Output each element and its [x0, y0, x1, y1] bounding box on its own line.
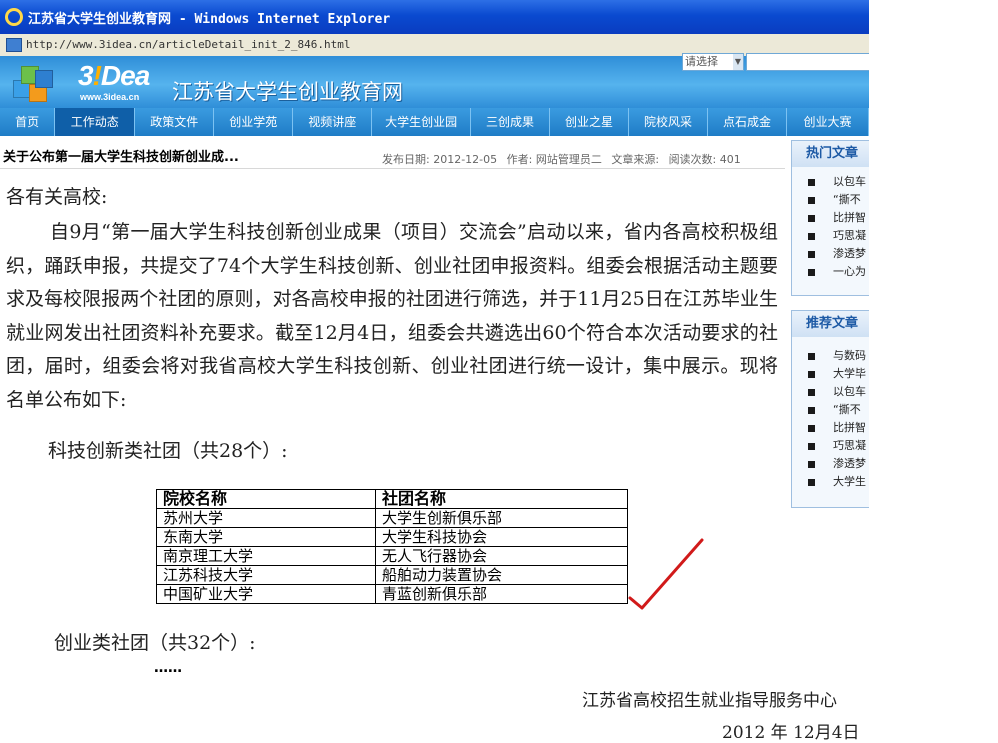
browser-screenshot: 江苏省大学生创业教育网 - Windows Internet Explorer … [0, 0, 869, 743]
bullet-icon [808, 178, 815, 186]
nav-item-policy[interactable]: 政策文件 [135, 108, 215, 136]
internet-explorer-icon [5, 8, 23, 26]
article-meta: 发布日期: 2012-12-05 作者: 网站管理员二 文章来源: 阅读次数: … [382, 151, 747, 167]
search-category-select[interactable]: 请选择 ▼ [682, 53, 744, 71]
list-item[interactable]: 巧思凝 [808, 437, 869, 455]
article-title-row: 关于公布第一届大学生科技创新创业成... 发布日期: 2012-12-05 作者… [0, 142, 785, 169]
bullet-icon [808, 214, 815, 222]
list-item[interactable]: 巧思凝 [808, 227, 869, 245]
table-row: 南京理工大学 无人飞行器协会 [156, 546, 628, 566]
address-url[interactable]: http://www.3idea.cn/articleDetail_init_2… [26, 38, 351, 51]
table-cell: 青蓝创新俱乐部 [375, 584, 628, 604]
article-title: 关于公布第一届大学生科技创新创业成... [3, 150, 239, 165]
section-heading-tech: 科技创新类社团（共28个）: [48, 440, 288, 462]
table-row: 东南大学 大学生科技协会 [156, 527, 628, 547]
search-input[interactable] [746, 53, 869, 71]
list-item[interactable]: 比拼智 [808, 209, 869, 227]
list-item[interactable]: “撕不 [808, 191, 869, 209]
nav-item-academy[interactable]: 创业学苑 [214, 108, 294, 136]
page-icon [6, 38, 22, 52]
table-cell: 南京理工大学 [156, 546, 376, 566]
bullet-icon [808, 442, 815, 450]
site-logo[interactable]: 3!Dea [78, 60, 150, 92]
bullet-icon [808, 370, 815, 378]
table-header-row: 院校名称 社团名称 [156, 489, 628, 509]
window-title: 江苏省大学生创业教育网 - Windows Internet Explorer [28, 12, 391, 27]
meta-date: 发布日期: 2012-12-05 [382, 153, 498, 166]
chevron-down-icon: ▼ [733, 54, 743, 70]
nav-item-achievements[interactable]: 三创成果 [471, 108, 551, 136]
nav-item-work-news[interactable]: 工作动态 [55, 108, 136, 136]
list-item[interactable]: 渗透梦 [808, 245, 869, 263]
ellipsis: …… [154, 660, 182, 676]
table-cell: 船舶动力装置协会 [375, 565, 628, 585]
list-item[interactable]: 大学毕 [808, 365, 869, 383]
nav-item-golden[interactable]: 点石成金 [708, 108, 788, 136]
nav-item-video[interactable]: 视频讲座 [293, 108, 373, 136]
bullet-icon [808, 250, 815, 258]
clubs-table: 院校名称 社团名称 苏州大学 大学生创新俱乐部 东南大学 大学生科技协会 南京理… [156, 489, 628, 604]
table-row: 苏州大学 大学生创新俱乐部 [156, 508, 628, 528]
main-nav: 首页 工作动态 政策文件 创业学苑 视频讲座 大学生创业园 三创成果 创业之星 … [0, 108, 869, 136]
article-paragraph: 自9月“第一届大学生科技创新创业成果（项目）交流会”启动以来，省内各高校积极组织… [6, 221, 778, 411]
table-cell: 东南大学 [156, 527, 376, 547]
table-cell: 大学生创新俱乐部 [375, 508, 628, 528]
meta-author: 作者: 网站管理员二 [506, 153, 602, 166]
list-item[interactable]: 以包车 [808, 173, 869, 191]
logo-url: www.3idea.cn [80, 92, 140, 102]
bullet-icon [808, 232, 815, 240]
nav-item-startup-park[interactable]: 大学生创业园 [372, 108, 472, 136]
bullet-icon [808, 352, 815, 360]
site-name: 江苏省大学生创业教育网 [172, 80, 403, 104]
list-item[interactable]: 大学生 [808, 473, 869, 491]
bullet-icon [808, 406, 815, 414]
list-item[interactable]: “撕不 [808, 401, 869, 419]
bullet-icon [808, 388, 815, 396]
bullet-icon [808, 196, 815, 204]
list-item[interactable]: 比拼智 [808, 419, 869, 437]
table-cell: 苏州大学 [156, 508, 376, 528]
column-header: 院校名称 [156, 489, 376, 509]
salutation: 各有关高校: [6, 186, 108, 208]
recommended-articles-heading: 推荐文章 [792, 311, 869, 337]
list-item[interactable]: 一心为 [808, 263, 869, 281]
table-cell: 江苏科技大学 [156, 565, 376, 585]
table-cell: 中国矿业大学 [156, 584, 376, 604]
hot-articles-box: 热门文章 以包车 “撕不 比拼智 巧思凝 渗透梦 一心为 [791, 140, 869, 296]
table-row: 中国矿业大学 青蓝创新俱乐部 [156, 584, 628, 604]
bullet-icon [808, 460, 815, 468]
issuing-organization: 江苏省高校招生就业指导服务中心 [582, 691, 837, 711]
nav-item-home[interactable]: 首页 [0, 108, 56, 136]
window-title-bar: 江苏省大学生创业教育网 - Windows Internet Explorer [0, 0, 869, 34]
table-row: 江苏科技大学 船舶动力装置协会 [156, 565, 628, 585]
bullet-icon [808, 424, 815, 432]
recommended-articles-box: 推荐文章 与数码 大学毕 以包车 “撕不 比拼智 巧思凝 渗透梦 大学生 [791, 310, 869, 508]
nav-item-contest[interactable]: 创业大赛 [787, 108, 869, 136]
table-cell: 无人飞行器协会 [375, 546, 628, 566]
list-item[interactable]: 渗透梦 [808, 455, 869, 473]
meta-source: 文章来源: [611, 153, 660, 166]
issue-date: 2012 年 12月4日 [722, 723, 860, 743]
nav-item-colleges[interactable]: 院校风采 [629, 108, 709, 136]
logo-cubes-icon [11, 62, 53, 102]
list-item[interactable]: 与数码 [808, 347, 869, 365]
table-cell: 大学生科技协会 [375, 527, 628, 547]
bullet-icon [808, 268, 815, 276]
meta-views: 阅读次数: 401 [668, 153, 741, 166]
section-heading-startup: 创业类社团（共32个）: [54, 632, 256, 654]
column-header: 社团名称 [375, 489, 628, 509]
nav-item-stars[interactable]: 创业之星 [550, 108, 630, 136]
checkmark-icon [628, 538, 704, 610]
list-item[interactable]: 以包车 [808, 383, 869, 401]
bullet-icon [808, 478, 815, 486]
hot-articles-heading: 热门文章 [792, 141, 869, 167]
